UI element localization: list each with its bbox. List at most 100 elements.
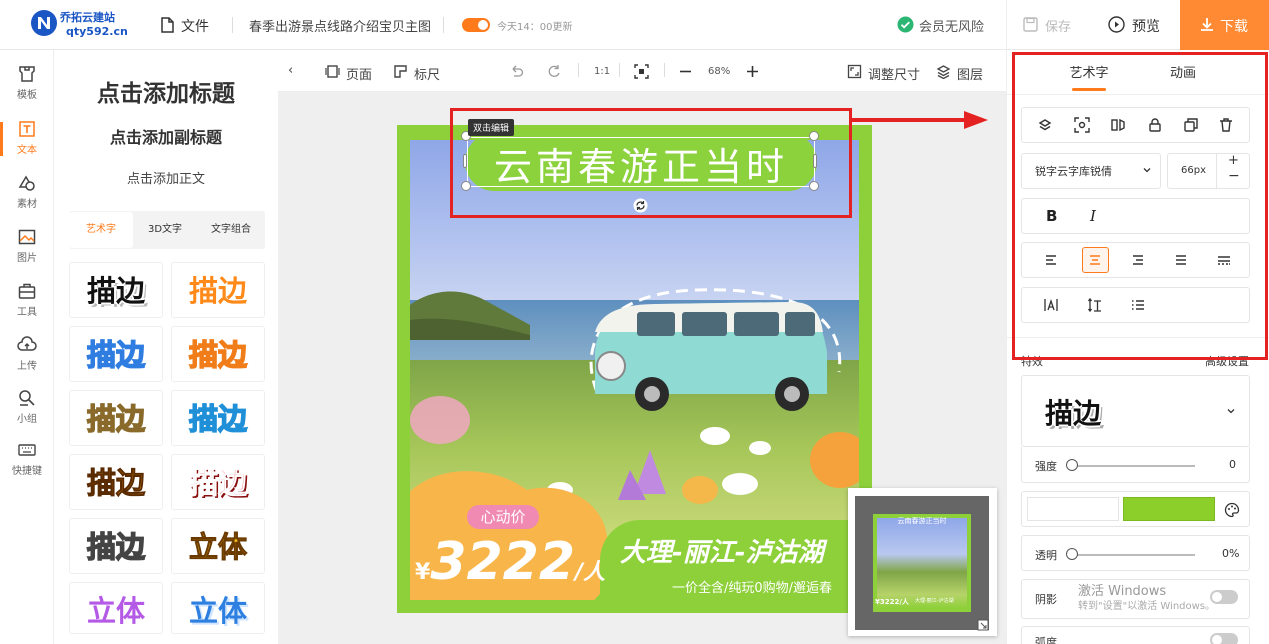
opacity-value: 0% (1222, 547, 1240, 560)
art-text-sample[interactable]: 描边 (69, 518, 163, 574)
add-subtitle-button[interactable]: 点击添加副标题 (54, 124, 278, 148)
download-label[interactable]: 下载 (1220, 16, 1248, 36)
resize-button[interactable]: 调整尺寸 (868, 64, 920, 83)
file-menu[interactable]: 文件 (181, 16, 209, 36)
art-text-sample[interactable]: 描边 (171, 326, 265, 382)
route-text[interactable]: 大理-丽江-泸沽湖 (620, 532, 824, 569)
nav-item-image[interactable]: 图片 (0, 227, 54, 279)
tab-art-text[interactable]: 艺术字 (69, 212, 133, 248)
document-title[interactable]: 春季出游景点线路介绍宝贝主图 (249, 16, 431, 35)
member-guarantee-link[interactable]: 会员无风险 (919, 16, 984, 35)
nav-item-tools[interactable]: 工具 (0, 281, 54, 333)
price-label[interactable]: 心动价 (467, 505, 539, 529)
nav-item-group[interactable]: 小组 (0, 388, 54, 440)
template-icon (19, 66, 35, 82)
price-value[interactable]: ¥3222/人 (415, 532, 605, 592)
layers-button[interactable]: 图层 (957, 64, 983, 83)
zoom-level[interactable]: 68% (708, 66, 730, 77)
logo-icon[interactable] (30, 9, 58, 37)
fit-screen-icon[interactable] (634, 64, 649, 79)
palette-icon[interactable] (1224, 502, 1240, 518)
nav-label: 素材 (17, 199, 37, 210)
nav-label: 图片 (17, 253, 37, 264)
add-title-button[interactable]: 点击添加标题 (54, 74, 278, 108)
strength-label: 强度 (1035, 460, 1057, 473)
resize-icon[interactable] (847, 64, 862, 79)
minimap-title: 云南春游正当时 (897, 517, 947, 525)
save-label[interactable]: 保存 (1045, 16, 1071, 35)
nav-label: 小组 (17, 414, 37, 425)
divider (232, 17, 233, 33)
art-text-sample[interactable]: 描边 (69, 262, 163, 318)
price-number: 3222 (430, 532, 576, 592)
tab-3d-text[interactable]: 3D文字 (133, 212, 197, 248)
effect-preview[interactable]: 描边 (1045, 392, 1101, 432)
strength-slider-knob[interactable] (1066, 459, 1078, 471)
stroke-color-swatch[interactable] (1123, 497, 1215, 521)
logo-domain: qty592.cn (66, 25, 128, 38)
download-icon[interactable] (1199, 16, 1215, 33)
annotation-panel-highlight (1012, 52, 1268, 360)
annotation-arrow-icon (852, 110, 992, 130)
color-hex-input[interactable] (1027, 497, 1119, 521)
nav-item-text[interactable]: 文本 (0, 119, 54, 171)
windows-activation-watermark-sub: 转到"设置"以激活 Windows。 (1078, 601, 1216, 612)
art-text-sample[interactable]: 描边 (171, 262, 265, 318)
divider (664, 63, 665, 77)
nav-item-template[interactable]: 模板 (0, 64, 54, 116)
ruler-icon[interactable] (393, 64, 408, 79)
preview-button[interactable]: 预览 (1132, 16, 1160, 36)
page-icon[interactable] (325, 64, 340, 79)
nav-item-material[interactable]: 素材 (0, 173, 54, 225)
file-icon[interactable] (160, 17, 175, 33)
art-text-sample[interactable]: 立体 (69, 582, 163, 634)
material-icon (18, 175, 35, 191)
opacity-slider-track[interactable] (1071, 554, 1195, 556)
logo-name: 乔拓云建站 (60, 11, 115, 24)
strength-slider-track[interactable] (1071, 465, 1195, 467)
zoom-in-icon[interactable] (745, 64, 760, 79)
art-text-sample[interactable]: 描边 (69, 326, 163, 382)
annotation-highlight-box (450, 108, 852, 218)
divider (443, 17, 444, 33)
opacity-slider-knob[interactable] (1066, 548, 1078, 560)
keyboard-icon (18, 444, 36, 456)
art-text-sample[interactable]: 立体 (171, 582, 265, 634)
layers-icon[interactable] (936, 64, 951, 79)
nav-active-indicator (0, 122, 3, 156)
image-icon (18, 229, 36, 245)
nav-item-upload[interactable]: 上传 (0, 335, 54, 387)
tab-text-combo[interactable]: 文字组合 (197, 212, 265, 248)
save-icon (1023, 17, 1038, 32)
poster-subline[interactable]: 一价全含/纯玩0购物/邂逅春 (672, 577, 832, 596)
toolbox-icon (18, 283, 36, 299)
art-text-sample[interactable]: 描边 (171, 390, 265, 446)
redo-icon[interactable] (547, 64, 562, 79)
undo-icon[interactable] (509, 64, 524, 79)
curve-toggle[interactable] (1210, 633, 1238, 644)
art-text-sample[interactable]: 描边 (171, 454, 265, 510)
page-button[interactable]: 页面 (346, 64, 372, 83)
minimap-price: ¥3222/人 (875, 598, 909, 606)
nav-label: 工具 (17, 307, 37, 318)
art-text-sample[interactable]: 描边 (69, 390, 163, 446)
zoom-out-icon[interactable] (678, 64, 693, 79)
art-text-sample[interactable]: 立体 (171, 518, 265, 574)
price-currency: ¥ (415, 560, 431, 585)
nav-item-shortcuts[interactable]: 快捷键 (0, 440, 54, 492)
play-circle-icon[interactable] (1108, 16, 1125, 33)
upload-icon (17, 336, 37, 351)
text-icon (19, 121, 35, 137)
actual-size-button[interactable]: 1:1 (594, 66, 610, 77)
autosave-toggle[interactable] (462, 18, 490, 32)
opacity-label: 透明 (1035, 549, 1057, 562)
art-text-sample[interactable]: 描边 (69, 454, 163, 510)
nav-label: 文本 (17, 145, 37, 156)
add-body-text-button[interactable]: 点击添加正文 (54, 168, 278, 187)
chevron-down-icon[interactable] (1226, 406, 1236, 416)
ruler-button[interactable]: 标尺 (414, 64, 440, 83)
curve-label: 弧度 (1035, 636, 1057, 644)
minimap-toggle-icon[interactable] (977, 619, 989, 631)
autosave-status: 今天14：00更新 (497, 22, 573, 33)
collapse-panel-icon[interactable]: ‹ (288, 63, 293, 78)
